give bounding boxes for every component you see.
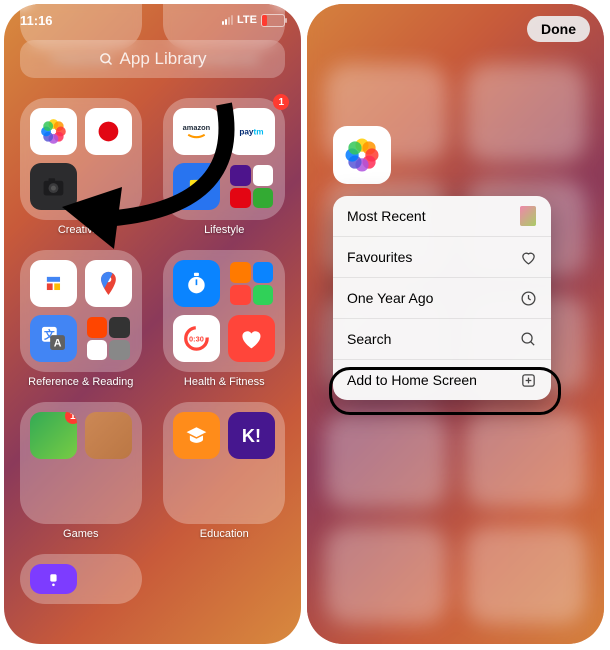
badge: 1	[273, 94, 289, 110]
app-timer[interactable]: 0:30	[173, 315, 220, 362]
menu-favourites[interactable]: Favourites	[333, 237, 551, 278]
clock-icon	[519, 289, 537, 307]
search-icon	[99, 52, 114, 67]
category-lifestyle[interactable]: amazon paytm 1 Lifestyle	[162, 98, 288, 236]
app-google-translate[interactable]: 文A	[30, 315, 77, 362]
status-bar: 11:16 LTE	[4, 10, 301, 30]
menu-one-year-ago[interactable]: One Year Ago	[333, 278, 551, 319]
badge: 1	[65, 412, 77, 424]
photos-app-icon[interactable]	[333, 126, 391, 184]
battery-icon	[261, 14, 285, 27]
app-game-1[interactable]: 1	[30, 412, 77, 459]
phone-context-menu: Done Most Recent Favourites One Year Ago…	[307, 4, 604, 644]
app-photos[interactable]	[30, 108, 77, 155]
category-label: Games	[63, 528, 98, 540]
category-label: Lifestyle	[204, 224, 244, 236]
app-stopwatch[interactable]	[173, 260, 220, 307]
search-icon	[519, 330, 537, 348]
svg-text:A: A	[53, 338, 61, 350]
svg-text:K!: K!	[242, 426, 261, 446]
phone-app-library: 11:16 LTE App Library Productivity Enter…	[4, 4, 301, 644]
menu-label: One Year Ago	[347, 290, 433, 306]
app-cluster[interactable]	[228, 260, 275, 307]
menu-label: Add to Home Screen	[347, 372, 477, 388]
app-game-2[interactable]	[85, 412, 132, 459]
category-partial[interactable]	[18, 554, 144, 604]
heart-icon	[519, 248, 537, 266]
search-placeholder: App Library	[120, 49, 207, 69]
menu-add-to-home-screen[interactable]: Add to Home Screen	[333, 360, 551, 400]
category-label: Creativity	[58, 224, 104, 236]
category-label: Reference & Reading	[28, 376, 133, 388]
category-label: Education	[200, 528, 249, 540]
done-button[interactable]: Done	[527, 16, 590, 42]
plus-square-icon	[519, 371, 537, 389]
app-education-1[interactable]	[173, 412, 220, 459]
menu-label: Search	[347, 331, 391, 347]
svg-text:0:30: 0:30	[189, 335, 204, 344]
app-library-search[interactable]: App Library	[20, 40, 285, 78]
app-heart[interactable]	[228, 315, 275, 362]
category-creativity[interactable]: Creativity	[18, 98, 144, 236]
svg-text:amazon: amazon	[183, 123, 211, 132]
menu-label: Most Recent	[347, 208, 426, 224]
status-time: 11:16	[20, 13, 53, 28]
app-cluster[interactable]	[85, 315, 132, 362]
app-google-maps[interactable]	[85, 260, 132, 307]
app-red-gear[interactable]	[85, 108, 132, 155]
category-education[interactable]: K! Education	[162, 402, 288, 540]
app-kahoot[interactable]: K!	[228, 412, 275, 459]
app-camera[interactable]	[30, 163, 77, 210]
category-label: Health & Fitness	[184, 376, 265, 388]
app-flipkart[interactable]	[173, 163, 220, 210]
app-google-news[interactable]	[30, 260, 77, 307]
svg-text:paytm: paytm	[240, 128, 264, 137]
menu-most-recent[interactable]: Most Recent	[333, 196, 551, 237]
menu-label: Favourites	[347, 249, 412, 265]
app-cluster[interactable]: 1	[228, 163, 275, 210]
category-reference[interactable]: 文A Reference & Reading	[18, 250, 144, 388]
category-health[interactable]: 0:30 Health & Fitness	[162, 250, 288, 388]
thumbnail-icon	[519, 207, 537, 225]
app-paytm[interactable]: paytm	[228, 108, 275, 155]
category-grid: Productivity Entertainment Creativity	[18, 84, 287, 644]
signal-icon	[222, 15, 233, 25]
category-games[interactable]: 1 Games	[18, 402, 144, 540]
network-label: LTE	[237, 14, 257, 26]
context-menu: Most Recent Favourites One Year Ago Sear…	[333, 196, 551, 400]
app-amazon[interactable]: amazon	[173, 108, 220, 155]
menu-search[interactable]: Search	[333, 319, 551, 360]
